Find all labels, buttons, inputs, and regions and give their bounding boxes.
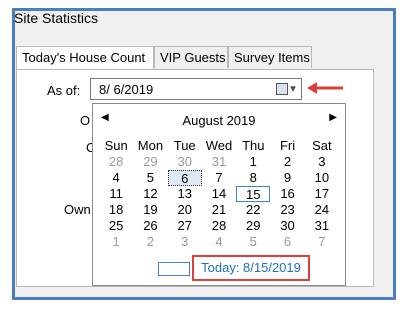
calendar-day[interactable]: 17 xyxy=(305,186,339,202)
calendar-week-row: 28 29 30 31 1 2 3 xyxy=(99,154,339,170)
calendar-day[interactable]: 6 xyxy=(270,234,304,250)
calendar-week-row: 18 19 20 21 22 23 24 xyxy=(99,202,339,218)
calendar-day[interactable]: 19 xyxy=(133,202,167,218)
calendar-day[interactable]: 31 xyxy=(202,154,236,170)
calendar-week-row: 25 26 27 28 29 30 31 xyxy=(99,218,339,234)
partial-label-3: Own xyxy=(64,202,91,217)
calendar-day[interactable]: 1 xyxy=(99,234,133,250)
next-month-icon[interactable]: ▶ xyxy=(329,112,337,123)
calendar-day[interactable]: 12 xyxy=(133,186,167,202)
calendar-day[interactable]: 21 xyxy=(202,202,236,218)
calendar-day[interactable]: 13 xyxy=(168,186,202,202)
tab-vip-guests[interactable]: VIP Guests xyxy=(154,46,228,68)
calendar-day[interactable]: 26 xyxy=(133,218,167,234)
weekday-label: Mon xyxy=(137,138,164,153)
calendar-day[interactable]: 11 xyxy=(99,186,133,202)
calendar-day[interactable]: 7 xyxy=(305,234,339,250)
calendar-day[interactable]: 23 xyxy=(270,202,304,218)
tab-todays-house-count[interactable]: Today's House Count xyxy=(16,46,154,70)
calendar-day[interactable]: 30 xyxy=(270,218,304,234)
calendar-day[interactable]: 24 xyxy=(305,202,339,218)
calendar-day[interactable]: 2 xyxy=(133,234,167,250)
weekday-label: Fri xyxy=(279,138,296,153)
calendar-day[interactable]: 7 xyxy=(202,170,236,186)
calendar-day[interactable]: 4 xyxy=(202,234,236,250)
calendar-day[interactable]: 4 xyxy=(99,170,133,186)
calendar-day[interactable]: 15 xyxy=(236,186,271,202)
calendar-day[interactable]: 8 xyxy=(236,170,270,186)
calendar-day[interactable]: 2 xyxy=(270,154,304,170)
today-indicator-box xyxy=(158,262,190,276)
calendar-day[interactable]: 5 xyxy=(236,234,270,250)
calendar-day[interactable]: 3 xyxy=(305,154,339,170)
calendar-day[interactable]: 6 xyxy=(167,170,202,186)
calendar-day[interactable]: 20 xyxy=(168,202,202,218)
calendar-day[interactable]: 9 xyxy=(270,170,304,186)
calendar-day[interactable]: 30 xyxy=(168,154,202,170)
asof-date-picker[interactable]: 8/ 6/2019 ▾ xyxy=(90,78,302,100)
calendar-day[interactable]: 10 xyxy=(305,170,339,186)
today-link[interactable]: Today: 8/15/2019 xyxy=(192,255,310,281)
calendar-day[interactable]: 27 xyxy=(168,218,202,234)
calendar-day[interactable]: 1 xyxy=(236,154,270,170)
calendar-day[interactable]: 29 xyxy=(236,218,270,234)
calendar-day[interactable]: 22 xyxy=(236,202,270,218)
red-arrow-icon xyxy=(307,82,343,94)
weekday-label: Sat xyxy=(312,138,332,153)
weekday-label: Thu xyxy=(242,138,265,153)
weekday-header: Sun Mon Tue Wed Thu Fri Sat xyxy=(99,138,339,154)
calendar-day[interactable]: 18 xyxy=(99,202,133,218)
asof-label: As of: xyxy=(47,83,81,98)
calendar-day[interactable]: 29 xyxy=(133,154,167,170)
calendar-day[interactable]: 28 xyxy=(99,154,133,170)
calendar-day[interactable]: 14 xyxy=(202,186,236,202)
calendar-day[interactable]: 16 xyxy=(270,186,304,202)
calendar-month-label: August 2019 xyxy=(182,113,256,128)
calendar-day[interactable]: 25 xyxy=(99,218,133,234)
tab-survey-items[interactable]: Survey Items xyxy=(228,46,312,68)
calendar-day[interactable]: 28 xyxy=(202,218,236,234)
partial-label-1: O xyxy=(80,113,91,128)
calendar-week-row: 1234567 xyxy=(99,234,339,250)
calendar-day[interactable]: 3 xyxy=(168,234,202,250)
calendar-grid: Sun Mon Tue Wed Thu Fri Sat 28 29 30 31 1 2 3 4 5 6 7 8 9 1… xyxy=(99,138,339,250)
calendar-day[interactable]: 5 xyxy=(133,170,167,186)
calendar-week-row: 4 5 6 7 8 9 10 xyxy=(99,170,339,186)
calendar-dropdown-icon[interactable]: ▾ xyxy=(273,81,299,97)
weekday-label: Tue xyxy=(173,138,196,153)
weekday-label: Sun xyxy=(104,138,128,153)
weekday-label: Wed xyxy=(205,138,233,153)
asof-date-value: 8/ 6/2019 xyxy=(99,82,154,97)
calendar-week-row: 11 12 13 14 15 16 17 xyxy=(99,186,339,202)
window-title: Site Statistics xyxy=(14,10,99,26)
calendar-day[interactable]: 31 xyxy=(305,218,339,234)
